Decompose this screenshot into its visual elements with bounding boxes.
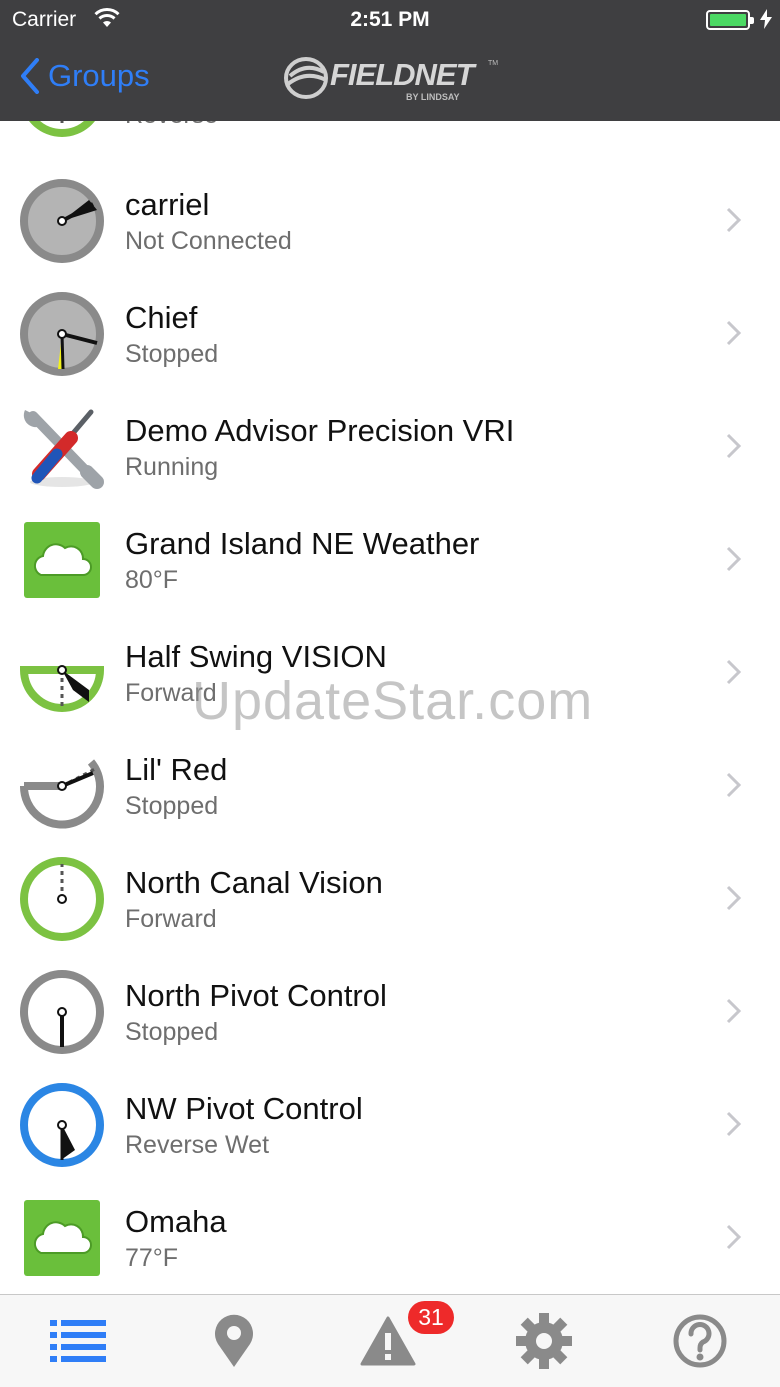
- header: Carrier 2:51 PM Groups FIELDNET TM BY LI…: [0, 0, 780, 121]
- chevron-right-icon: [726, 1111, 742, 1137]
- list-item[interactable]: North Canal Vision Forward: [0, 841, 780, 954]
- wrench-screwdriver-icon: [23, 409, 104, 489]
- map-tab[interactable]: [204, 1311, 264, 1371]
- item-status: Not Connected: [125, 227, 292, 255]
- alerts-badge: 31: [408, 1301, 454, 1334]
- equipment-list: Reverse carriel Not Connected Chief Stop…: [0, 121, 780, 1294]
- item-name: carriel: [125, 187, 210, 222]
- list-item[interactable]: Chief Stopped: [0, 276, 780, 389]
- pivot-grey-icon: [20, 970, 104, 1054]
- logo-text: FIELDNET: [330, 57, 475, 92]
- chevron-right-icon: [726, 546, 742, 572]
- help-tab[interactable]: [670, 1311, 730, 1371]
- item-status: Running: [125, 453, 219, 481]
- pivot-grey-disconnected-icon: [20, 179, 104, 263]
- chevron-right-icon: [726, 659, 742, 685]
- item-status: Stopped: [125, 792, 219, 820]
- item-status: 77°F: [125, 1244, 179, 1272]
- tab-bar: 31: [0, 1294, 780, 1387]
- logo-subtitle: BY LINDSAY: [406, 92, 460, 102]
- item-name: North Canal Vision: [125, 865, 383, 900]
- item-status: Stopped: [125, 340, 219, 368]
- item-name: Half Swing VISION: [125, 639, 387, 674]
- help-icon: [673, 1314, 727, 1368]
- list-item[interactable]: Demo Advisor Precision VRI Running: [0, 389, 780, 502]
- settings-tab[interactable]: [514, 1311, 574, 1371]
- item-name: Chief: [125, 300, 198, 335]
- clock: 2:51 PM: [350, 8, 430, 31]
- list-item[interactable]: carriel Not Connected: [0, 163, 780, 276]
- item-name: NW Pivot Control: [125, 1091, 363, 1126]
- item-name: Grand Island NE Weather: [125, 526, 480, 561]
- pivot-blue-icon: [20, 1083, 104, 1167]
- list-item[interactable]: Omaha 77°F: [0, 1180, 780, 1293]
- chevron-left-icon: [21, 58, 39, 94]
- list-item[interactable]: NW Pivot Control Reverse Wet: [0, 1067, 780, 1180]
- logo-trademark: TM: [488, 60, 499, 67]
- fieldnet-logo: FIELDNET TM BY LINDSAY: [284, 54, 499, 106]
- chevron-right-icon: [726, 207, 742, 233]
- item-name: Lil' Red: [125, 752, 228, 787]
- list-item[interactable]: Reverse: [0, 121, 780, 150]
- pivot-green-icon: [29, 121, 95, 137]
- chevron-right-icon: [726, 433, 742, 459]
- item-status: Forward: [125, 905, 217, 933]
- item-status: Forward: [125, 679, 217, 707]
- list-item[interactable]: Grand Island NE Weather 80°F: [0, 502, 780, 615]
- item-status: 80°F: [125, 566, 179, 594]
- pivot-grey-stopped-icon: [20, 292, 104, 376]
- weather-cloud-icon: [24, 1200, 100, 1276]
- chevron-right-icon: [726, 1224, 742, 1250]
- item-name: Omaha: [125, 1204, 227, 1239]
- list-icon: [50, 1320, 106, 1362]
- item-status: Reverse Wet: [125, 1131, 270, 1159]
- chevron-right-icon: [726, 772, 742, 798]
- item-status: Stopped: [125, 1018, 219, 1046]
- list-item[interactable]: North Pivot Control Stopped: [0, 954, 780, 1067]
- chevron-right-icon: [726, 998, 742, 1024]
- navigation-bar: Groups FIELDNET TM BY LINDSAY: [0, 40, 780, 121]
- list-item[interactable]: Lil' Red Stopped: [0, 728, 780, 841]
- weather-cloud-icon: [24, 522, 100, 598]
- back-label: Groups: [48, 58, 150, 93]
- chevron-right-icon: [726, 885, 742, 911]
- partial-pivot-grey-icon: [19, 759, 104, 829]
- back-button[interactable]: Groups: [20, 58, 150, 94]
- battery-icon: [706, 10, 754, 30]
- map-pin-icon: [215, 1314, 253, 1367]
- item-name: North Pivot Control: [125, 978, 387, 1013]
- status-bar: Carrier 2:51 PM: [0, 0, 780, 40]
- list-item[interactable]: Half Swing VISION Forward: [0, 615, 780, 728]
- chevron-right-icon: [726, 320, 742, 346]
- gear-icon: [516, 1313, 572, 1369]
- half-pivot-green-icon: [19, 665, 105, 712]
- item-name: Demo Advisor Precision VRI: [125, 413, 515, 448]
- item-status: Reverse: [125, 121, 218, 130]
- warning-icon: [360, 1316, 416, 1366]
- charging-bolt-icon: [760, 9, 772, 35]
- list-tab[interactable]: [48, 1311, 108, 1371]
- pivot-green-icon: [20, 857, 104, 941]
- logo-swoosh-icon: [284, 57, 328, 99]
